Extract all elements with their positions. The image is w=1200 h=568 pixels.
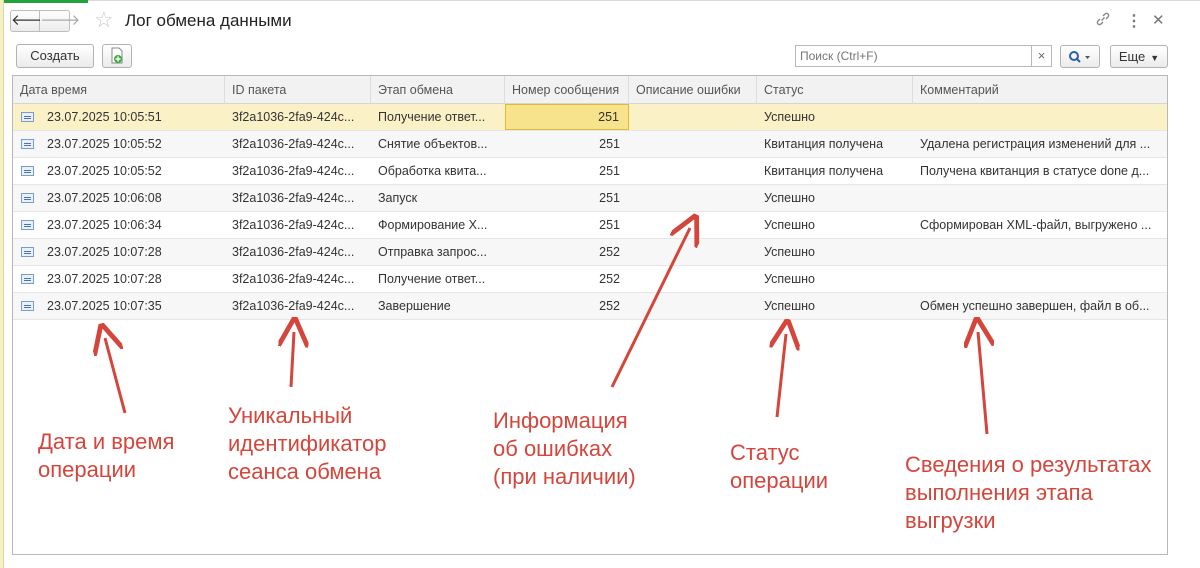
cell-datetime[interactable]: 23.07.2025 10:07:35: [13, 293, 225, 319]
forward-button[interactable]: 🡒: [40, 10, 80, 32]
cell-stage[interactable]: Снятие объектов...: [371, 131, 505, 157]
cell-stage[interactable]: Отправка запрос...: [371, 239, 505, 265]
annotation-date: Дата и время операции: [38, 429, 175, 482]
add-copy-button[interactable]: [102, 44, 132, 68]
column-header-package-id[interactable]: ID пакета: [225, 76, 371, 104]
cell-stage[interactable]: Получение ответ...: [371, 104, 505, 130]
cell-error[interactable]: [629, 185, 757, 211]
search-icon: [1069, 51, 1090, 63]
chevron-down-icon: ▼: [1150, 53, 1160, 63]
cell-status[interactable]: Успешно: [757, 185, 913, 211]
cell-datetime[interactable]: 23.07.2025 10:05:52: [13, 131, 225, 157]
more-vertical-icon[interactable]: ⋮: [1126, 11, 1142, 31]
cell-comment[interactable]: [913, 104, 1167, 130]
more-actions-button[interactable]: Еще ▼: [1110, 45, 1168, 68]
annotation-status: Статус операции: [730, 440, 829, 493]
table-row[interactable]: 23.07.2025 10:05:51 3f2a1036-2fa9-424c...…: [13, 104, 1167, 131]
close-icon[interactable]: ✕: [1152, 11, 1165, 29]
grid-header: Дата время ID пакета Этап обмена Номер с…: [13, 76, 1167, 104]
cell-comment[interactable]: Сформирован XML-файл, выгружено ...: [913, 212, 1167, 238]
cell-status[interactable]: Успешно: [757, 239, 913, 265]
create-button[interactable]: Создать: [16, 44, 94, 68]
cell-stage[interactable]: Получение ответ...: [371, 266, 505, 292]
cell-status[interactable]: Успешно: [757, 293, 913, 319]
table-row[interactable]: 23.07.2025 10:07:28 3f2a1036-2fa9-424c...…: [13, 266, 1167, 293]
cell-stage[interactable]: Завершение: [371, 293, 505, 319]
cell-message-number[interactable]: 251: [505, 158, 629, 184]
cell-package-id[interactable]: 3f2a1036-2fa9-424c...: [225, 158, 371, 184]
cell-message-number[interactable]: 251: [505, 104, 629, 130]
cell-status[interactable]: Успешно: [757, 212, 913, 238]
link-icon[interactable]: [1095, 11, 1111, 32]
cell-comment[interactable]: [913, 266, 1167, 292]
cell-message-number[interactable]: 252: [505, 239, 629, 265]
cell-package-id[interactable]: 3f2a1036-2fa9-424c...: [225, 293, 371, 319]
cell-error[interactable]: [629, 158, 757, 184]
table-row[interactable]: 23.07.2025 10:05:52 3f2a1036-2fa9-424c...…: [13, 158, 1167, 185]
column-header-error[interactable]: Описание ошибки: [629, 76, 757, 104]
cell-comment[interactable]: [913, 185, 1167, 211]
cell-status[interactable]: Квитанция получена: [757, 158, 913, 184]
cell-package-id[interactable]: 3f2a1036-2fa9-424c...: [225, 212, 371, 238]
annotation-comment: Сведения о результатах выполнения этапа вы…: [905, 452, 1152, 533]
cell-comment[interactable]: Получена квитанция в статусе done д...: [913, 158, 1167, 184]
cell-stage[interactable]: Обработка квита...: [371, 158, 505, 184]
table-row[interactable]: 23.07.2025 10:05:52 3f2a1036-2fa9-424c...…: [13, 131, 1167, 158]
cell-error[interactable]: [629, 293, 757, 319]
cell-package-id[interactable]: 3f2a1036-2fa9-424c...: [225, 104, 371, 130]
cell-status[interactable]: Успешно: [757, 104, 913, 130]
cell-package-id[interactable]: 3f2a1036-2fa9-424c...: [225, 131, 371, 157]
cell-message-number[interactable]: 252: [505, 266, 629, 292]
annotation-error: Информация об ошибках (при наличии): [493, 408, 636, 489]
cell-datetime[interactable]: 23.07.2025 10:07:28: [13, 239, 225, 265]
cell-comment[interactable]: Удалена регистрация изменений для ...: [913, 131, 1167, 157]
table-row[interactable]: 23.07.2025 10:07:28 3f2a1036-2fa9-424c...…: [13, 239, 1167, 266]
cell-error[interactable]: [629, 104, 757, 130]
cell-package-id[interactable]: 3f2a1036-2fa9-424c...: [225, 239, 371, 265]
search-button[interactable]: [1060, 45, 1100, 68]
column-header-status[interactable]: Статус: [757, 76, 913, 104]
table-row[interactable]: 23.07.2025 10:06:34 3f2a1036-2fa9-424c...…: [13, 212, 1167, 239]
cell-datetime[interactable]: 23.07.2025 10:05:51: [13, 104, 225, 130]
cell-datetime[interactable]: 23.07.2025 10:07:28: [13, 266, 225, 292]
cell-datetime[interactable]: 23.07.2025 10:05:52: [13, 158, 225, 184]
annotation-id: Уникальный идентификатор сеанса обмена: [228, 403, 387, 484]
more-actions-label: Еще: [1118, 49, 1146, 64]
left-edge: [0, 0, 4, 568]
cell-message-number[interactable]: 251: [505, 185, 629, 211]
cell-status[interactable]: Успешно: [757, 266, 913, 292]
add-document-icon: [111, 47, 123, 64]
cell-error[interactable]: [629, 239, 757, 265]
search-input[interactable]: [795, 45, 1032, 67]
cell-error[interactable]: [629, 266, 757, 292]
search-clear-button[interactable]: ×: [1032, 45, 1052, 67]
cell-stage[interactable]: Запуск: [371, 185, 505, 211]
cell-datetime[interactable]: 23.07.2025 10:06:34: [13, 212, 225, 238]
cell-stage[interactable]: Формирование Х...: [371, 212, 505, 238]
column-header-stage[interactable]: Этап обмена: [371, 76, 505, 104]
cell-status[interactable]: Квитанция получена: [757, 131, 913, 157]
cell-error[interactable]: [629, 131, 757, 157]
back-button[interactable]: 🡐: [10, 10, 51, 32]
column-header-comment[interactable]: Комментарий: [913, 76, 1167, 104]
cell-comment[interactable]: [913, 239, 1167, 265]
cell-package-id[interactable]: 3f2a1036-2fa9-424c...: [225, 185, 371, 211]
table-row[interactable]: 23.07.2025 10:06:08 3f2a1036-2fa9-424c...…: [13, 185, 1167, 212]
cell-message-number[interactable]: 251: [505, 131, 629, 157]
cell-message-number[interactable]: 251: [505, 212, 629, 238]
cell-message-number[interactable]: 252: [505, 293, 629, 319]
cell-comment[interactable]: Обмен успешно завершен, файл в об...: [913, 293, 1167, 319]
cell-error[interactable]: [629, 212, 757, 238]
cell-package-id[interactable]: 3f2a1036-2fa9-424c...: [225, 266, 371, 292]
arrow-right-icon: 🡒: [40, 12, 81, 29]
star-icon[interactable]: ☆: [94, 8, 114, 32]
column-header-datetime[interactable]: Дата время: [13, 76, 225, 104]
title-bar: 🡐 🡒 ☆ Лог обмена данными ⋮ ✕: [10, 8, 1180, 34]
table-row[interactable]: 23.07.2025 10:07:35 3f2a1036-2fa9-424c...…: [13, 293, 1167, 320]
cell-datetime[interactable]: 23.07.2025 10:06:08: [13, 185, 225, 211]
page-title: Лог обмена данными: [125, 11, 292, 30]
column-header-message-number[interactable]: Номер сообщения: [505, 76, 629, 104]
